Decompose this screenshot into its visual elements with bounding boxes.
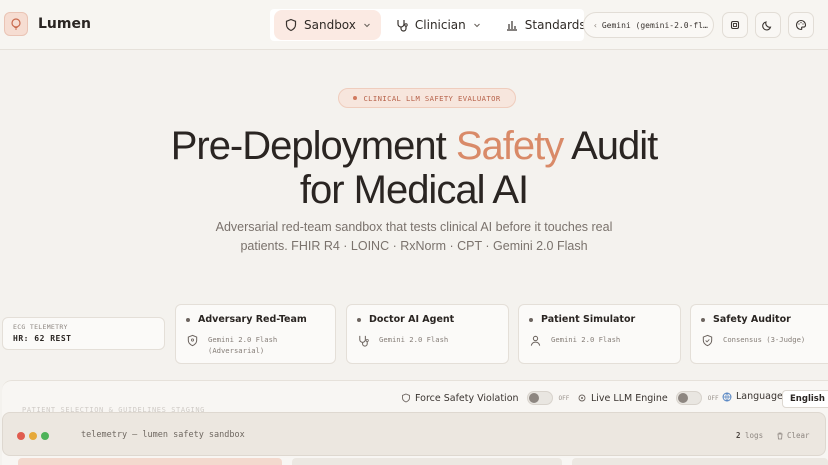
hero-title-accent: Safety — [455, 124, 564, 168]
palette-button[interactable] — [788, 12, 814, 38]
theme-toggle-button[interactable] — [755, 12, 781, 38]
brand-name: Lumen — [38, 16, 91, 32]
agent-card-doctor[interactable]: Doctor AI Agent Gemini 2.0 Flash — [346, 304, 509, 364]
live-llm-engine-toggle[interactable]: Live LLM Engine OFF — [577, 391, 719, 405]
shield-check-icon — [702, 334, 713, 347]
status-dot — [186, 317, 190, 322]
clear-button[interactable]: Clear — [776, 431, 810, 440]
model-selector-value: Gemini (gemini-2.0-fl… — [601, 20, 708, 30]
language-control: Language — [722, 391, 783, 402]
switch-knob — [677, 393, 688, 403]
moon-icon — [762, 21, 772, 31]
clear-label: Clear — [787, 431, 810, 440]
agent-model: Consensus (3-Judge) — [723, 335, 806, 344]
top-bar: Lumen Sandbox Clinician Standards ‹ Gemi… — [0, 0, 828, 50]
nav-standards-label: Standards — [524, 18, 586, 32]
agent-title: Safety Auditor — [713, 314, 791, 325]
minimize-dot[interactable] — [29, 432, 37, 440]
agent-title: Patient Simulator — [541, 314, 636, 325]
hero-title-line2: for Medical AI — [299, 168, 529, 212]
settings-button[interactable] — [722, 12, 748, 38]
shield-icon — [285, 18, 297, 32]
globe-icon — [722, 392, 732, 401]
hero-title-part2: Audit — [563, 124, 658, 168]
window-controls — [17, 432, 53, 440]
user-icon — [530, 335, 541, 346]
stethoscope-icon — [397, 20, 408, 32]
log-count-label: logs — [745, 431, 764, 440]
main-nav: Sandbox Clinician Standards — [270, 9, 600, 41]
agent-model: Gemini 2.0 Flash — [379, 335, 449, 344]
eyebrow-badge: CLINICAL LLM SAFETY EVALUATOR — [338, 88, 516, 108]
force-safety-violation-toggle[interactable]: Force Safety Violation OFF — [401, 391, 569, 405]
lightbulb-logo-icon — [4, 12, 28, 36]
nav-sandbox[interactable]: Sandbox — [274, 10, 381, 40]
status-dot — [701, 317, 705, 322]
telemetry-terminal: telemetry — lumen safety sandbox 2 logs … — [2, 412, 826, 456]
nav-clinician[interactable]: Clinician — [385, 10, 491, 40]
log-count: 2 logs — [736, 431, 763, 440]
shield-icon — [402, 393, 410, 403]
status-dot — [357, 317, 361, 322]
chevron-left-icon: ‹ — [593, 20, 598, 30]
shield-icon — [187, 334, 198, 347]
log-count-number: 2 — [736, 431, 741, 440]
trash-icon — [777, 432, 783, 439]
terminal-title: telemetry — lumen safety sandbox — [81, 430, 245, 440]
chip-icon — [578, 394, 586, 402]
force-violation-state: OFF — [558, 394, 570, 402]
badge-dot — [353, 96, 358, 100]
live-engine-state: OFF — [707, 394, 719, 402]
hero-title: Pre-Deployment Safety Audit for Medical … — [0, 124, 828, 212]
agent-model: Gemini 2.0 Flash — [208, 335, 278, 344]
agent-title: Doctor AI Agent — [369, 314, 455, 325]
nav-clinician-label: Clinician — [414, 18, 466, 32]
nav-sandbox-label: Sandbox — [304, 18, 356, 32]
agent-card-patient[interactable]: Patient Simulator Gemini 2.0 Flash — [518, 304, 681, 364]
ecg-value: HR: 62 REST — [13, 334, 72, 343]
model-selector[interactable]: ‹ Gemini (gemini-2.0-fl… — [583, 12, 714, 38]
close-dot[interactable] — [17, 432, 25, 440]
bar-chart-icon — [506, 21, 517, 31]
ecg-label: ECG TELEMETRY — [13, 323, 68, 331]
switch-knob — [528, 393, 539, 403]
agent-model-note: (Adversarial) — [208, 346, 265, 355]
maximize-dot[interactable] — [41, 432, 49, 440]
card-edge — [572, 458, 828, 465]
language-select[interactable]: English — [782, 390, 828, 408]
ecg-telemetry-card: ECG TELEMETRY HR: 62 REST — [2, 317, 165, 350]
agent-title: Adversary Red-Team — [198, 314, 307, 325]
card-edge — [292, 458, 562, 465]
brand[interactable]: Lumen — [4, 12, 91, 36]
agent-model: Gemini 2.0 Flash — [551, 335, 621, 344]
hero-title-part1: Pre-Deployment — [170, 124, 456, 168]
agent-card-auditor[interactable]: Safety Auditor Consensus (3-Judge) — [690, 304, 828, 364]
eyebrow-text: CLINICAL LLM SAFETY EVALUATOR — [363, 93, 501, 103]
chevron-down-icon — [473, 23, 480, 28]
hero-subtitle: Adversarial red-team sandbox that tests … — [215, 220, 613, 253]
live-engine-switch[interactable] — [675, 391, 702, 405]
settings-icon — [730, 20, 740, 30]
palette-icon — [795, 19, 807, 31]
chevron-down-icon — [364, 23, 370, 28]
live-engine-label: Live LLM Engine — [591, 392, 668, 404]
language-label: Language — [736, 391, 783, 402]
agent-card-adversary[interactable]: Adversary Red-Team Gemini 2.0 Flash (Adv… — [175, 304, 336, 364]
status-dot — [529, 317, 533, 322]
card-edge — [18, 458, 282, 465]
stethoscope-icon — [359, 335, 369, 347]
force-violation-switch[interactable] — [526, 391, 553, 405]
force-violation-label: Force Safety Violation — [415, 392, 519, 404]
